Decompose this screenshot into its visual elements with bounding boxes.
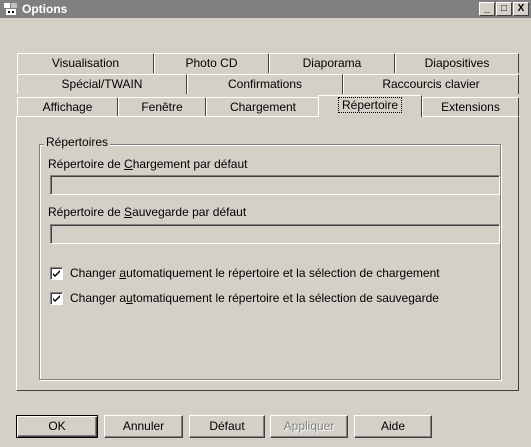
checkmark-icon — [53, 295, 60, 302]
tab-diapositives[interactable]: Diapositives — [395, 53, 519, 73]
options-dialog: Options _ □ X Visualisation Photo CD Dia… — [0, 0, 531, 447]
label-text: Répertoire de — [48, 157, 125, 171]
label-text: hargement par défaut — [132, 157, 248, 171]
tab-fenetre[interactable]: Fenêtre — [118, 97, 206, 117]
checkmark-icon — [53, 270, 60, 277]
tab-special-twain[interactable]: Spécial/TWAIN — [17, 74, 187, 94]
tab-confirmations[interactable]: Confirmations — [187, 74, 343, 94]
ok-button[interactable]: OK — [16, 415, 98, 438]
maximize-button[interactable]: □ — [496, 2, 512, 16]
label-accelerator: u — [126, 291, 133, 305]
tab-panel: Répertoires Répertoire de Chargement par… — [16, 116, 519, 391]
close-icon: X — [517, 3, 525, 14]
window-title: Options — [22, 2, 68, 16]
tab-label: Diaporama — [302, 56, 362, 70]
save-directory-field[interactable] — [50, 224, 500, 244]
checkbox-label: Changer automatiquement le répertoire et… — [70, 291, 439, 305]
title-bar[interactable]: Options _ □ X — [0, 0, 531, 18]
tab-label: Visualisation — [51, 56, 120, 70]
load-directory-field[interactable] — [50, 175, 500, 195]
tab-chargement[interactable]: Chargement — [206, 97, 320, 117]
tab-label: Extensions — [441, 100, 500, 114]
label-text: Répertoire de — [48, 205, 125, 219]
tab-extensions[interactable]: Extensions — [422, 97, 519, 117]
tab-affichage[interactable]: Affichage — [17, 97, 118, 117]
label-text: Changer a — [70, 291, 127, 305]
checkbox-label: Changer automatiquement le répertoire et… — [70, 266, 440, 280]
help-button[interactable]: Aide — [354, 415, 432, 438]
tab-label: Fenêtre — [141, 100, 183, 114]
save-directory-label: Répertoire de Sauvegarde par défaut — [48, 205, 246, 219]
tab-label: Répertoire — [337, 97, 403, 113]
tab-label: Photo CD — [185, 56, 238, 70]
close-button[interactable]: X — [513, 2, 529, 16]
default-button[interactable]: Défaut — [189, 415, 265, 438]
label-text: tomatiquement le répertoire et la sélect… — [132, 291, 439, 305]
label-accelerator: S — [124, 205, 133, 219]
label-text: Changer — [70, 266, 120, 280]
tab-diaporama[interactable]: Diaporama — [269, 53, 395, 73]
tab-label: Diapositives — [424, 56, 490, 70]
tab-label: Raccourcis clavier — [382, 77, 480, 91]
label-text: auvegarde par défaut — [132, 205, 247, 219]
tab-label: Affichage — [42, 100, 93, 114]
cancel-button[interactable]: Annuler — [104, 415, 183, 438]
button-label: OK — [48, 419, 66, 433]
button-label: Défaut — [209, 419, 245, 433]
tab-raccourcis-clavier[interactable]: Raccourcis clavier — [343, 74, 519, 94]
tab-label: Chargement — [229, 100, 297, 114]
groupbox-title: Répertoires — [44, 135, 111, 149]
button-label: Annuler — [122, 419, 165, 433]
button-label: Aide — [380, 419, 406, 433]
minimize-icon: _ — [484, 3, 490, 14]
minimize-button[interactable]: _ — [479, 2, 495, 16]
maximize-icon: □ — [500, 3, 508, 14]
tab-visualisation[interactable]: Visualisation — [17, 53, 154, 73]
tab-repertoire[interactable]: Répertoire — [318, 95, 422, 117]
apply-button: Appliquer — [270, 415, 348, 438]
tab-label: Spécial/TWAIN — [61, 77, 143, 91]
load-directory-label: Répertoire de Chargement par défaut — [48, 157, 247, 171]
tab-label: Confirmations — [227, 77, 303, 91]
label-accelerator: C — [124, 157, 133, 171]
label-text: utomatiquement le répertoire et la sélec… — [126, 266, 440, 280]
tab-photo-cd[interactable]: Photo CD — [154, 53, 269, 73]
app-icon — [3, 1, 19, 17]
button-label: Appliquer — [283, 419, 335, 433]
checkbox-box[interactable] — [50, 267, 63, 280]
checkbox-box[interactable] — [50, 292, 63, 305]
